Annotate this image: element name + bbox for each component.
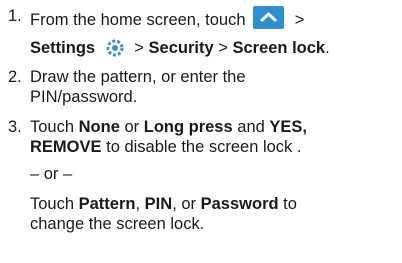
breadcrumb-separator: > [218,39,228,57]
step-3-line-1: Touch None or Long press and YES, [30,117,307,137]
or-text: or [124,118,140,136]
pin-option: PIN [144,195,173,213]
comma: , [135,195,141,213]
step-1-line-2: Settings > Security > Screen lock. [30,38,330,62]
yes-label: YES, [269,118,307,136]
step-2-line-1: Draw the pattern, or enter the [30,68,246,86]
breadcrumb-separator: > [134,39,144,57]
step-2-number: 2. [8,68,22,86]
remove-tail-text: to disable the screen lock . [106,138,302,156]
step-3-line-4: Touch Pattern, PIN, or Password to [30,194,297,214]
step-3-number: 3. [8,118,22,136]
step-3-line-2: REMOVE to disable the screen lock . [30,137,301,157]
long-press-option: Long press [143,118,233,136]
step-1-number: 1. [8,7,22,25]
and-text: and [237,118,265,136]
screen-lock-label: Screen lock [232,39,326,57]
remove-label: REMOVE [30,138,102,156]
step-1-line-1: From the home screen, touch > [30,6,304,30]
or-separator: – or – [30,165,73,183]
comma-or: , or [172,195,197,213]
touch-text: Touch [30,118,75,136]
security-label: Security [148,39,214,57]
settings-gear-icon [106,39,124,62]
step-2-line-2: PIN/password. [30,88,138,106]
period: . [325,39,330,57]
password-option: Password [200,195,279,213]
apps-icon [253,6,285,29]
settings-label: Settings [30,39,96,57]
to-text: to [283,195,297,213]
pattern-option: Pattern [78,195,136,213]
step-1-text: From the home screen, touch [30,11,246,29]
step-1-gt: > [294,11,305,29]
touch-text: Touch [30,195,75,213]
none-option: None [78,118,120,136]
step-3-line-5: change the screen lock. [30,215,205,233]
